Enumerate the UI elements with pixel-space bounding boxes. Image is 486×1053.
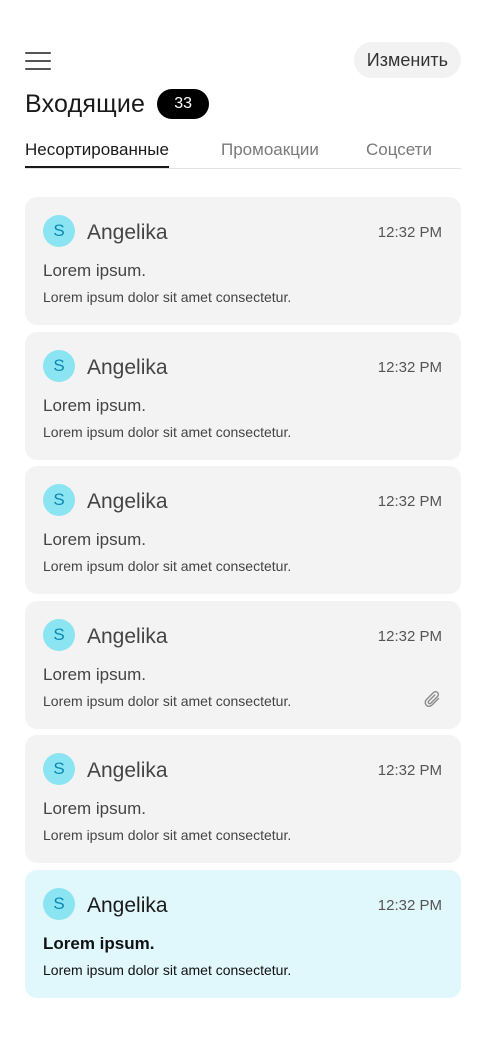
category-tabs: Несортированные Промоакции Соцсети xyxy=(25,140,461,169)
sender-name: Angelika xyxy=(87,894,168,917)
email-preview: Lorem ipsum dolor sit amet consectetur. xyxy=(43,558,292,574)
email-preview: Lorem ipsum dolor sit amet consectetur. xyxy=(43,962,292,978)
email-subject: Lorem ipsum. xyxy=(43,665,146,684)
email-subject: Lorem ipsum. xyxy=(43,799,146,818)
email-preview: Lorem ipsum dolor sit amet consectetur. xyxy=(43,693,292,709)
email-subject: Lorem ipsum. xyxy=(43,934,155,953)
menu-line xyxy=(25,60,51,62)
email-time: 12:32 PM xyxy=(377,493,442,510)
email-preview: Lorem ipsum dolor sit amet consectetur. xyxy=(43,289,292,305)
email-card-unread[interactable]: S Angelika 12:32 PM Lorem ipsum. Lorem i… xyxy=(25,870,461,998)
tab-unsorted[interactable]: Несортированные xyxy=(25,140,169,168)
avatar: S xyxy=(43,215,75,247)
email-card[interactable]: S Angelika 12:32 PM Lorem ipsum. Lorem i… xyxy=(25,197,461,325)
sender-name: Angelika xyxy=(87,356,168,379)
email-time: 12:32 PM xyxy=(377,762,442,779)
menu-line xyxy=(25,52,51,54)
tab-promotions[interactable]: Промоакции xyxy=(221,140,319,167)
email-subject: Lorem ipsum. xyxy=(43,261,146,280)
tab-social[interactable]: Соцсети xyxy=(366,140,432,167)
paperclip-icon xyxy=(424,690,440,707)
sender-name: Angelika xyxy=(87,625,168,648)
avatar: S xyxy=(43,753,75,785)
email-time: 12:32 PM xyxy=(377,359,442,376)
email-subject: Lorem ipsum. xyxy=(43,530,146,549)
page-header: Входящие 33 xyxy=(25,88,210,120)
page-title: Входящие xyxy=(25,89,146,118)
avatar: S xyxy=(43,619,75,651)
sender-name: Angelika xyxy=(87,221,168,244)
avatar: S xyxy=(43,350,75,382)
avatar: S xyxy=(43,888,75,920)
email-card[interactable]: S Angelika 12:32 PM Lorem ipsum. Lorem i… xyxy=(25,332,461,460)
email-card[interactable]: S Angelika 12:32 PM Lorem ipsum. Lorem i… xyxy=(25,466,461,594)
sender-name: Angelika xyxy=(87,759,168,782)
hamburger-menu-icon[interactable] xyxy=(25,52,51,70)
email-time: 12:32 PM xyxy=(377,224,442,241)
email-card[interactable]: S Angelika 12:32 PM Lorem ipsum. Lorem i… xyxy=(25,601,461,729)
email-preview: Lorem ipsum dolor sit amet consectetur. xyxy=(43,424,292,440)
email-time: 12:32 PM xyxy=(377,628,442,645)
email-card[interactable]: S Angelika 12:32 PM Lorem ipsum. Lorem i… xyxy=(25,735,461,863)
inbox-count-badge: 33 xyxy=(157,89,210,119)
sender-name: Angelika xyxy=(87,490,168,513)
avatar: S xyxy=(43,484,75,516)
menu-line xyxy=(25,68,51,70)
email-preview: Lorem ipsum dolor sit amet consectetur. xyxy=(43,827,292,843)
email-subject: Lorem ipsum. xyxy=(43,396,146,415)
edit-button[interactable]: Изменить xyxy=(353,42,461,78)
email-time: 12:32 PM xyxy=(377,897,442,914)
